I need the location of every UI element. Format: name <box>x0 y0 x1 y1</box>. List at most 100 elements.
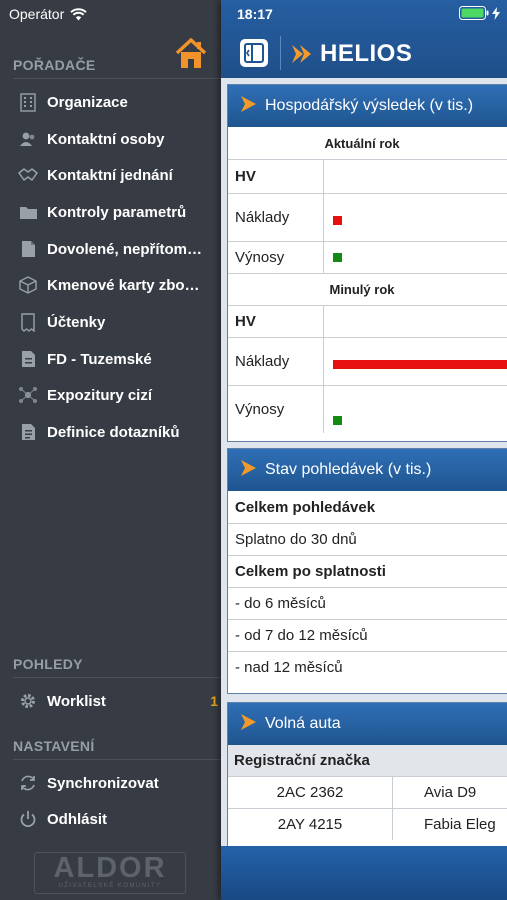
network-icon <box>18 385 38 405</box>
helios-mark-icon <box>292 45 311 63</box>
sidebar: Operátor POŘADAČE Organizace Kontaktní o… <box>0 0 221 900</box>
sidebar-item-worklist[interactable]: Worklist 1 <box>18 686 218 716</box>
table-row: Náklady <box>228 337 507 385</box>
panel-header[interactable]: Volná auta <box>228 703 507 745</box>
contacts-icon <box>18 129 38 149</box>
carrier-label: Operátor <box>9 6 65 22</box>
sync-button[interactable]: Synchronizovat <box>18 768 218 798</box>
table-header: Registrační značka <box>228 745 507 776</box>
sidebar-item-kmenove-karty[interactable]: Kmenové karty zbo… <box>18 270 218 300</box>
hv-label: HV <box>228 160 324 193</box>
table-row: HV <box>228 305 507 337</box>
sidebar-item-kontaktni-jednani[interactable]: Kontaktní jednání <box>18 160 218 190</box>
logout-button[interactable]: Odhlásit <box>18 804 218 834</box>
table-row[interactable]: 2AY 4215 Fabia Eleg <box>228 808 507 840</box>
panel-title: Hospodářský výsledek (v tis.) <box>265 97 474 114</box>
list-item: Splatno do 30 dnů <box>228 523 507 555</box>
cube-icon <box>18 275 38 295</box>
section-pohledy: POHLEDY <box>13 656 83 672</box>
chevron-right-icon <box>238 458 258 483</box>
current-costs-bar <box>333 216 342 225</box>
sidebar-item-label: Definice dotazníků <box>47 423 180 441</box>
costs-label: Náklady <box>228 194 324 241</box>
revenue-label: Výnosy <box>228 242 324 273</box>
panel-title: Volná auta <box>265 715 341 732</box>
table-row: HV <box>228 159 507 193</box>
sidebar-item-expozitury[interactable]: Expozitury cizí <box>18 380 218 410</box>
table-row[interactable]: 2AC 2362 Avia D9 <box>228 776 507 808</box>
sidebar-item-label: Worklist <box>47 692 106 710</box>
section-poradace: POŘADAČE <box>13 57 96 73</box>
list-item: Celkem pohledávek <box>235 498 376 516</box>
header-divider <box>280 36 281 70</box>
handshake-icon <box>18 165 38 185</box>
hv-label: HV <box>228 306 324 337</box>
sidebar-item-label: Kontroly parametrů <box>47 203 187 221</box>
panel-hospodarsky-vysledek: Hospodářský výsledek (v tis.) Aktuální r… <box>227 84 507 442</box>
helios-logo: HELIOS <box>291 40 412 68</box>
list-item: - do 6 měsíců <box>228 587 507 619</box>
panel-header[interactable]: Hospodářský výsledek (v tis.) <box>228 85 507 127</box>
list-item: - od 7 do 12 měsíců <box>228 619 507 651</box>
current-revenue-bar <box>333 253 342 262</box>
previous-year-label: Minulý rok <box>228 273 507 305</box>
sidebar-item-fd-tuzemske[interactable]: FD - Tuzemské <box>18 344 218 374</box>
panel-header[interactable]: Stav pohledávek (v tis.) <box>228 449 507 491</box>
sidebar-item-uctenky[interactable]: Účtenky <box>18 307 218 337</box>
chevron-right-icon <box>238 712 258 737</box>
power-icon <box>18 809 38 829</box>
invoice-icon <box>18 349 38 369</box>
table-row: Náklady <box>228 193 507 241</box>
receipt-icon <box>18 312 38 332</box>
panel-title: Stav pohledávek (v tis.) <box>265 461 432 478</box>
dashboard-content: Hospodářský výsledek (v tis.) Aktuální r… <box>221 78 507 846</box>
table-row: Výnosy <box>228 241 507 273</box>
bottom-toolbar <box>221 846 507 900</box>
sidebar-item-label: Kontaktní jednání <box>47 166 173 184</box>
sidebar-item-label: Expozitury cizí <box>47 386 153 404</box>
form-icon <box>18 422 38 442</box>
helios-logo-text: HELIOS <box>320 40 413 67</box>
sidebar-item-kontaktni-osoby[interactable]: Kontaktní osoby <box>18 124 218 154</box>
sidebar-item-kontroly-parametru[interactable]: Kontroly parametrů <box>18 197 218 227</box>
logout-label: Odhlásit <box>47 810 108 828</box>
sync-label: Synchronizovat <box>47 774 159 792</box>
previous-costs-bar <box>333 360 507 369</box>
sync-icon <box>18 773 38 793</box>
model-cell: Fabia Eleg <box>424 816 496 833</box>
previous-revenue-bar <box>333 416 342 425</box>
list-item: Celkem po splatnosti <box>228 555 507 587</box>
sidebar-item-label: Dovolené, nepřítom… <box>47 240 203 258</box>
current-year-label: Aktuální rok <box>324 135 400 151</box>
plate-cell: 2AY 4215 <box>228 809 393 840</box>
sidebar-item-definice-dotazniku[interactable]: Definice dotazníků <box>18 417 218 447</box>
sidebar-item-label: Účtenky <box>47 313 106 331</box>
status-time: 18:17 <box>237 6 273 22</box>
revenue-label: Výnosy <box>228 386 324 433</box>
costs-label: Náklady <box>228 338 324 385</box>
table-row: Výnosy <box>228 385 507 433</box>
home-icon[interactable] <box>174 37 208 71</box>
charging-icon <box>492 6 500 20</box>
model-cell: Avia D9 <box>424 784 477 801</box>
panel-volna-auta: Volná auta Registrační značka 2AC 2362 Av… <box>227 702 507 846</box>
sidebar-item-label: Organizace <box>47 93 128 111</box>
worklist-count-badge: 1 <box>210 693 218 709</box>
plate-cell: 2AC 2362 <box>228 777 393 808</box>
sidebar-toggle-button[interactable] <box>239 38 269 68</box>
top-bar: 18:17 HELIOS <box>221 0 507 78</box>
list-item: - nad 12 měsíců <box>228 651 507 683</box>
sidebar-item-label: Kontaktní osoby <box>47 130 165 148</box>
col-header-plate: Registrační značka <box>234 752 370 769</box>
document-icon <box>18 239 38 259</box>
section-nastaveni: NASTAVENÍ <box>13 738 95 754</box>
sidebar-item-dovolene[interactable]: Dovolené, nepřítom… <box>18 234 218 264</box>
sidebar-item-organizace[interactable]: Organizace <box>18 87 218 117</box>
building-icon <box>18 92 38 112</box>
panel-stav-pohledavek: Stav pohledávek (v tis.) Celkem pohledáv… <box>227 448 507 694</box>
wifi-icon <box>70 7 87 20</box>
status-bar-left: Operátor <box>9 6 87 22</box>
main-panel: 18:17 HELIOS Hospodářský výsledek (v tis… <box>221 0 507 900</box>
aldor-logo-main: ALDOR <box>53 852 167 884</box>
chevron-right-icon <box>238 94 258 119</box>
